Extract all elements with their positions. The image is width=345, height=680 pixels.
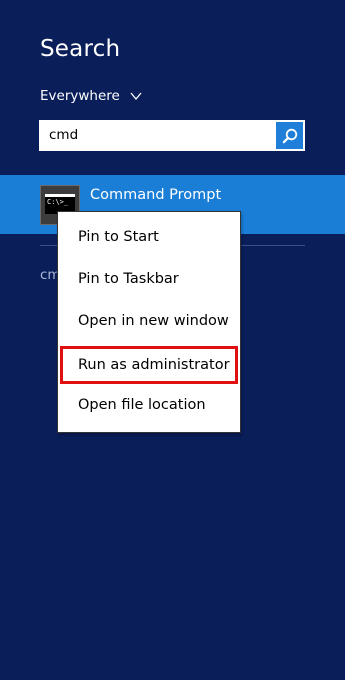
search-result-label: Command Prompt [90, 187, 222, 203]
menu-item-open-file-location[interactable]: Open file location [60, 388, 238, 426]
search-icon [282, 128, 297, 143]
search-title: Search [40, 36, 121, 62]
search-button[interactable] [276, 122, 303, 149]
search-box [39, 120, 305, 151]
search-input[interactable] [41, 122, 276, 149]
search-scope-dropdown[interactable]: Everywhere [40, 88, 143, 104]
chevron-down-icon [130, 92, 142, 101]
context-menu: Pin to Start Pin to Taskbar Open in new … [57, 211, 241, 433]
menu-item-pin-to-start[interactable]: Pin to Start [60, 220, 238, 258]
menu-item-pin-to-taskbar[interactable]: Pin to Taskbar [60, 262, 238, 300]
menu-item-open-in-new-window[interactable]: Open in new window [60, 304, 238, 342]
menu-item-run-as-administrator[interactable]: Run as administrator [60, 346, 238, 384]
search-scope-label: Everywhere [40, 88, 120, 104]
command-prompt-icon-text: C:\>_ [47, 198, 69, 206]
